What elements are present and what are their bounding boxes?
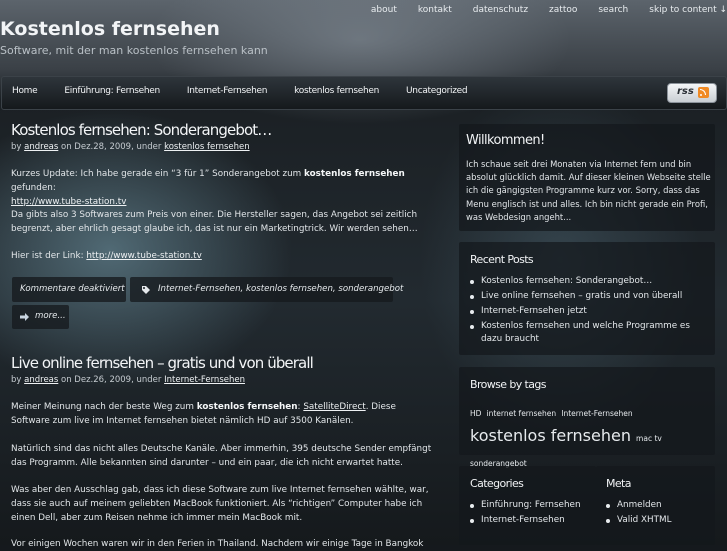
post-author-link[interactable]: andreas [24,375,58,385]
post-paragraph: Hier ist der Link: http://www.tube-stati… [11,249,436,263]
comments-status-box: Kommentare deaktiviert [12,277,126,302]
widget-title: Recent Posts [470,253,534,266]
widget-title: Categories [470,477,524,490]
external-link[interactable]: http://www.tube-station.tv [86,251,201,261]
recent-post-link[interactable]: Internet-Fernsehen jetzt [469,305,709,318]
bold-text: kostenlos fernsehen [304,169,405,179]
main-navigation: Home Einführung: Fernsehen Internet-Fern… [12,86,494,96]
widget-title: Meta [606,477,632,490]
site-tagline: Software, mit der man kostenlos fernsehe… [0,44,268,57]
post-paragraph: Vor einigen Wochen waren wir in den Feri… [11,539,424,549]
welcome-widget: Willkommen! Ich schaue seit drei Monaten… [459,124,715,231]
welcome-text: Ich schaue seit drei Monaten via Interne… [466,159,711,222]
meta-by: by [11,142,22,152]
post-author-link[interactable]: andreas [24,142,58,152]
post-tags[interactable]: Internet-Fernsehen, kostenlos fernsehen,… [158,284,403,294]
tag-cloud-widget: Browse by tags HD internet fernsehen Int… [459,367,715,468]
recent-post-link[interactable]: Live online fernsehen – gratis und von ü… [469,290,709,303]
recent-post-link[interactable]: Kostenlos fernsehen: Sonderangebot… [469,275,709,288]
post-category-link[interactable]: kostenlos fernsehen [164,142,250,152]
tag-link[interactable]: internet fernsehen [487,409,557,418]
widget-title: Willkommen! [466,133,545,148]
post-title[interactable]: Kostenlos fernsehen: Sonderangebot… [11,121,272,139]
nav-einfuehrung[interactable]: Einführung: Fernsehen [64,86,160,96]
text: Hier ist der Link: [11,251,84,261]
widget-title: Browse by tags [470,378,547,391]
comments-status: Kommentare deaktiviert [20,284,125,294]
nav-kostenlos-fernsehen[interactable]: kostenlos fernsehen [294,86,379,96]
post-tags-box: Internet-Fernsehen, kostenlos fernsehen,… [130,277,403,302]
meta-link-valid-xhtml[interactable]: Valid XHTML [605,514,715,527]
text: : [297,402,301,412]
post-date: on Dez.28, 2009, under [61,142,162,152]
rss-label: rss [677,86,694,97]
arrow-right-icon [20,313,29,321]
tag-link[interactable]: Internet-Fernsehen [561,409,632,418]
rss-button[interactable]: rss [667,83,717,103]
text: gefunden: [11,183,56,193]
nav-home[interactable]: Home [12,86,38,96]
top-navigation: about kontakt datenschutz zattoo search … [350,5,727,15]
topnav-datenschutz[interactable]: datenschutz [452,5,528,15]
meta-by: by [11,375,22,385]
topnav-about[interactable]: about [350,5,397,15]
post-paragraph: Natürlich sind das nicht alles Deutsche … [11,444,432,468]
recent-posts-widget: Recent Posts Kostenlos fernsehen: Sonder… [459,242,715,355]
more-label: more... [35,311,66,321]
meta-link-login[interactable]: Anmelden [605,499,715,512]
category-link[interactable]: Einführung: Fernsehen [469,499,594,512]
recent-post-link[interactable]: Kostenlos fernsehen und welche Programme… [469,320,709,346]
external-link[interactable]: http://www.tube-station.tv [11,197,126,207]
topnav-search[interactable]: search [577,5,628,15]
text: Meiner Meinung nach der beste Weg zum [11,402,194,412]
post-paragraph: Meiner Meinung nach der beste Weg zum ko… [11,400,436,428]
post-paragraph: Da gibts also 3 Softwares zum Preis von … [11,210,418,234]
tag-link[interactable]: HD [470,409,481,418]
more-button[interactable]: more... [12,305,69,329]
nav-internet-fernsehen[interactable]: Internet-Fernsehen [187,86,268,96]
text: Kurzes Update: Ich habe gerade ein “3 fü… [11,169,302,179]
topnav-zattoo[interactable]: zattoo [528,5,577,15]
post-date: on Dez.26, 2009, under [61,375,162,385]
site-title[interactable]: Kostenlos fernsehen [0,18,220,40]
meta-widget: Meta Anmelden Valid XHTML [596,466,715,545]
rss-feed-icon [698,87,709,98]
tag-cloud: HD internet fernsehen Internet-Fernsehen… [470,400,712,475]
bold-text: kostenlos fernsehen [196,402,298,412]
tag-link[interactable]: mac tv [636,434,662,443]
post-title[interactable]: Live online fernsehen – gratis und von ü… [11,354,314,372]
topnav-skip-to-content[interactable]: skip to content ↓ [628,5,727,15]
external-link[interactable]: SatelliteDirect [303,402,365,412]
tag-icon [142,286,150,294]
nav-uncategorized[interactable]: Uncategorized [406,86,468,96]
post-paragraph: Was aber den Ausschlag gab, dass ich die… [11,485,429,523]
post-paragraph: Kurzes Update: Ich habe gerade ein “3 fü… [11,167,436,209]
post-category-link[interactable]: Internet-Fernsehen [164,375,245,385]
topnav-kontakt[interactable]: kontakt [397,5,452,15]
tag-link[interactable]: kostenlos fernsehen [470,426,631,445]
category-link[interactable]: Internet-Fernsehen [469,514,594,527]
post-meta: by andreas on Dez.26, 2009, under Intern… [11,375,245,385]
categories-widget: Categories Einführung: Fernsehen Interne… [459,466,596,545]
post-meta: by andreas on Dez.28, 2009, under kosten… [11,142,250,152]
